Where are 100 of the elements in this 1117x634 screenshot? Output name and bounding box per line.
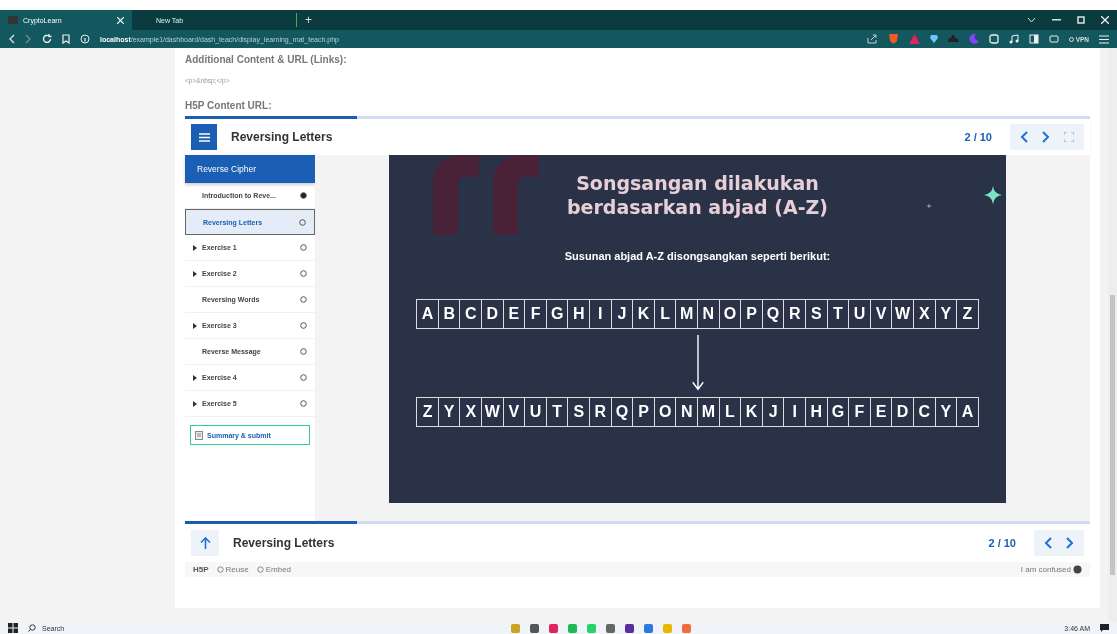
letter: X <box>460 398 483 426</box>
confused-button[interactable]: I am confused <box>1020 565 1082 574</box>
expand-icon[interactable] <box>193 400 197 407</box>
sparkle-icon <box>984 186 1002 204</box>
letter: P <box>741 300 763 328</box>
letter: Q <box>611 398 634 426</box>
info-icon[interactable] <box>80 34 90 44</box>
letter: J <box>611 300 634 328</box>
letter: Y <box>438 398 461 426</box>
restore-icon[interactable] <box>1077 16 1085 24</box>
page-counter: 2 / 10 <box>964 131 992 143</box>
letter: D <box>482 300 504 328</box>
notification-icon[interactable] <box>1100 624 1109 632</box>
letter: I <box>590 300 612 328</box>
letter: C <box>460 300 483 328</box>
expand-icon[interactable] <box>193 322 197 329</box>
letter: O <box>719 300 742 328</box>
letter: S <box>805 300 828 328</box>
reload-icon[interactable] <box>42 34 52 44</box>
chapter-header[interactable]: Reverse Cipher <box>185 155 315 183</box>
letter: G <box>827 398 850 426</box>
letter: N <box>676 398 698 426</box>
new-tab-button[interactable]: + <box>296 13 312 27</box>
h5p-logo: H5P <box>193 565 209 574</box>
search-icon <box>28 624 36 632</box>
page-counter: 2 / 10 <box>988 537 1016 549</box>
slide-subtitle: Susunan abjad A-Z disongsangkan seperti berikut: <box>564 250 831 262</box>
expand-icon[interactable] <box>193 244 197 251</box>
letter: Z <box>961 304 974 324</box>
letter: E <box>503 300 526 328</box>
next-icon[interactable] <box>1042 131 1050 143</box>
windows-icon[interactable] <box>8 623 18 633</box>
expand-icon[interactable] <box>193 270 197 277</box>
up-button[interactable] <box>191 530 219 556</box>
circle-icon <box>1068 36 1074 42</box>
letter: S <box>568 398 591 426</box>
letter: O <box>654 398 677 426</box>
letter: L <box>719 398 742 426</box>
letter: M <box>676 300 698 328</box>
letter: H <box>805 398 828 426</box>
letter: M <box>698 398 720 426</box>
letter: C <box>913 398 936 426</box>
slide-heading: Songsangan dilakukan <box>575 171 820 195</box>
footer-link[interactable]: Reuse <box>216 565 249 574</box>
letter: Y <box>935 300 958 328</box>
scrollbar[interactable] <box>1108 48 1117 622</box>
slide-heading: berdasarkan abjad (A-Z) <box>566 195 829 219</box>
quote-icon <box>433 155 539 235</box>
letter: E <box>870 398 893 426</box>
letter: V <box>870 300 893 328</box>
letter: H <box>568 300 591 328</box>
letter: R <box>784 300 806 328</box>
chevron-down-icon[interactable] <box>1027 17 1036 23</box>
letter: Y <box>935 398 958 426</box>
letter: L <box>654 300 677 328</box>
section-label: Additional Content & URL (Links): <box>185 54 348 65</box>
next-icon[interactable] <box>1066 537 1074 549</box>
up-arrow-icon[interactable] <box>199 537 211 549</box>
letter: K <box>633 300 655 328</box>
minimize-icon[interactable] <box>1052 19 1061 21</box>
menu-button[interactable] <box>191 124 217 150</box>
bookmark-icon[interactable] <box>62 34 70 44</box>
section-label: H5P Content URL: <box>185 100 273 111</box>
share-icon[interactable] <box>866 34 878 44</box>
letter: J <box>762 398 785 426</box>
letter: R <box>590 398 612 426</box>
letter: U <box>525 398 547 426</box>
player-title: Reversing Letters <box>231 130 333 144</box>
letter: F <box>849 398 871 426</box>
letter: G <box>546 300 569 328</box>
letter: W <box>892 300 914 328</box>
letter: T <box>827 300 850 328</box>
previous-icon[interactable] <box>1020 131 1028 143</box>
menu-icon[interactable] <box>1099 34 1109 44</box>
gem-icon[interactable] <box>929 35 938 43</box>
app-icon <box>8 16 18 24</box>
letter: Z <box>417 398 439 426</box>
footer-title: Reversing Letters <box>233 536 335 550</box>
letter: A <box>960 402 975 422</box>
letter: D <box>892 398 914 426</box>
letter: Q <box>762 300 785 328</box>
letter: I <box>784 398 806 426</box>
down-arrow <box>690 335 705 391</box>
expand-icon[interactable] <box>193 374 197 381</box>
letter: V <box>503 398 526 426</box>
close-icon[interactable] <box>1101 16 1109 24</box>
letter: A <box>417 300 439 328</box>
letter: X <box>913 300 936 328</box>
back-icon[interactable] <box>8 34 15 44</box>
letter: P <box>633 398 655 426</box>
letter: B <box>438 300 461 328</box>
footer-link[interactable]: Embed <box>256 565 292 574</box>
letter: U <box>849 300 871 328</box>
letter: K <box>741 398 763 426</box>
letter: T <box>546 398 569 426</box>
letter: F <box>525 300 547 328</box>
music-icon[interactable] <box>1008 34 1019 44</box>
previous-icon[interactable] <box>1044 537 1052 549</box>
letter: W <box>482 398 504 426</box>
sidebar-icon[interactable] <box>1028 34 1039 44</box>
